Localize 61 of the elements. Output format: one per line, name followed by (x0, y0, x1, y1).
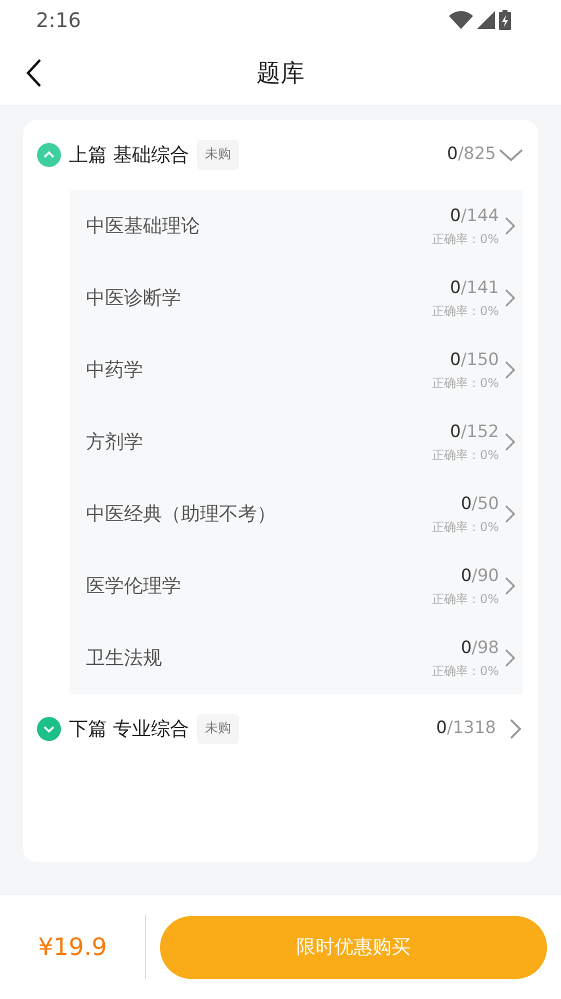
chevron-right-icon (503, 359, 517, 381)
chapter-row[interactable]: 医学伦理学 0/90 正确率：0% (70, 550, 523, 622)
section-title[interactable]: 下篇 专业综合 (69, 714, 190, 744)
accuracy-text: 正确率：0% (432, 662, 499, 680)
answered-count: 0 (450, 278, 461, 298)
total-count: /152 (460, 422, 499, 442)
accuracy-text: 正确率：0% (432, 374, 499, 392)
accuracy-text: 正确率：0% (432, 446, 499, 464)
section-title[interactable]: 上篇 基础综合 (69, 140, 190, 170)
signal-icon (477, 11, 495, 29)
total-count: /141 (460, 278, 499, 298)
back-icon[interactable] (24, 58, 44, 88)
wifi-icon (449, 11, 473, 29)
accuracy-text: 正确率：0% (432, 230, 499, 248)
accuracy-text: 正确率：0% (432, 590, 499, 608)
total-count: /98 (472, 638, 499, 658)
status-time: 2:16 (36, 7, 81, 34)
collapse-icon[interactable] (37, 143, 61, 167)
total-count: /1318 (447, 717, 496, 740)
total-count: /150 (460, 350, 499, 370)
chapter-row[interactable]: 卫生法规 0/98 正确率：0% (70, 622, 523, 694)
answered-count: 0 (450, 206, 461, 226)
chapter-row[interactable]: 中医基础理论 0/144 正确率：0% (70, 190, 523, 262)
chapter-name: 卫生法规 (86, 646, 162, 671)
answered-count: 0 (460, 494, 472, 514)
chapter-name: 方剂学 (86, 430, 143, 455)
total-count: /50 (472, 494, 499, 514)
battery-icon (499, 10, 511, 30)
status-tag: 未购 (197, 140, 240, 170)
answered-count: 0 (460, 638, 472, 658)
chevron-right-icon (503, 287, 517, 309)
chapter-row[interactable]: 中医经典（助理不考） 0/50 正确率：0% (70, 478, 523, 550)
chapter-row[interactable]: 中药学 0/150 正确率：0% (70, 334, 523, 406)
chapter-name: 中医诊断学 (86, 286, 181, 311)
answered-count: 0 (450, 422, 461, 442)
accuracy-text: 正确率：0% (432, 518, 499, 536)
answered-count: 0 (446, 143, 458, 166)
chevron-right-icon (503, 215, 517, 237)
expand-icon[interactable] (37, 717, 61, 741)
total-count: /144 (460, 206, 499, 226)
page-title: 题库 (256, 58, 304, 88)
total-count: /825 (458, 143, 496, 166)
chapter-name: 医学伦理学 (86, 574, 181, 599)
answered-count: 0 (436, 717, 447, 740)
chevron-right-icon (503, 503, 517, 525)
chevron-right-icon (503, 647, 517, 669)
chapter-name: 中医经典（助理不考） (86, 502, 276, 527)
chapter-row[interactable]: 方剂学 0/152 正确率：0% (70, 406, 523, 478)
answered-count: 0 (460, 566, 472, 586)
chevron-right-icon (503, 575, 517, 597)
status-tag: 未购 (197, 714, 240, 744)
accuracy-text: 正确率：0% (432, 302, 499, 320)
price-text: ¥19.9 (37, 932, 108, 963)
chapter-name: 中医基础理论 (86, 214, 200, 239)
chevron-right-icon[interactable] (508, 718, 524, 740)
chevron-right-icon (503, 431, 517, 453)
chevron-down-icon[interactable] (498, 147, 524, 163)
chapter-row[interactable]: 中医诊断学 0/141 正确率：0% (70, 262, 523, 334)
answered-count: 0 (450, 350, 461, 370)
chapter-name: 中药学 (86, 358, 143, 383)
total-count: /90 (472, 566, 499, 586)
